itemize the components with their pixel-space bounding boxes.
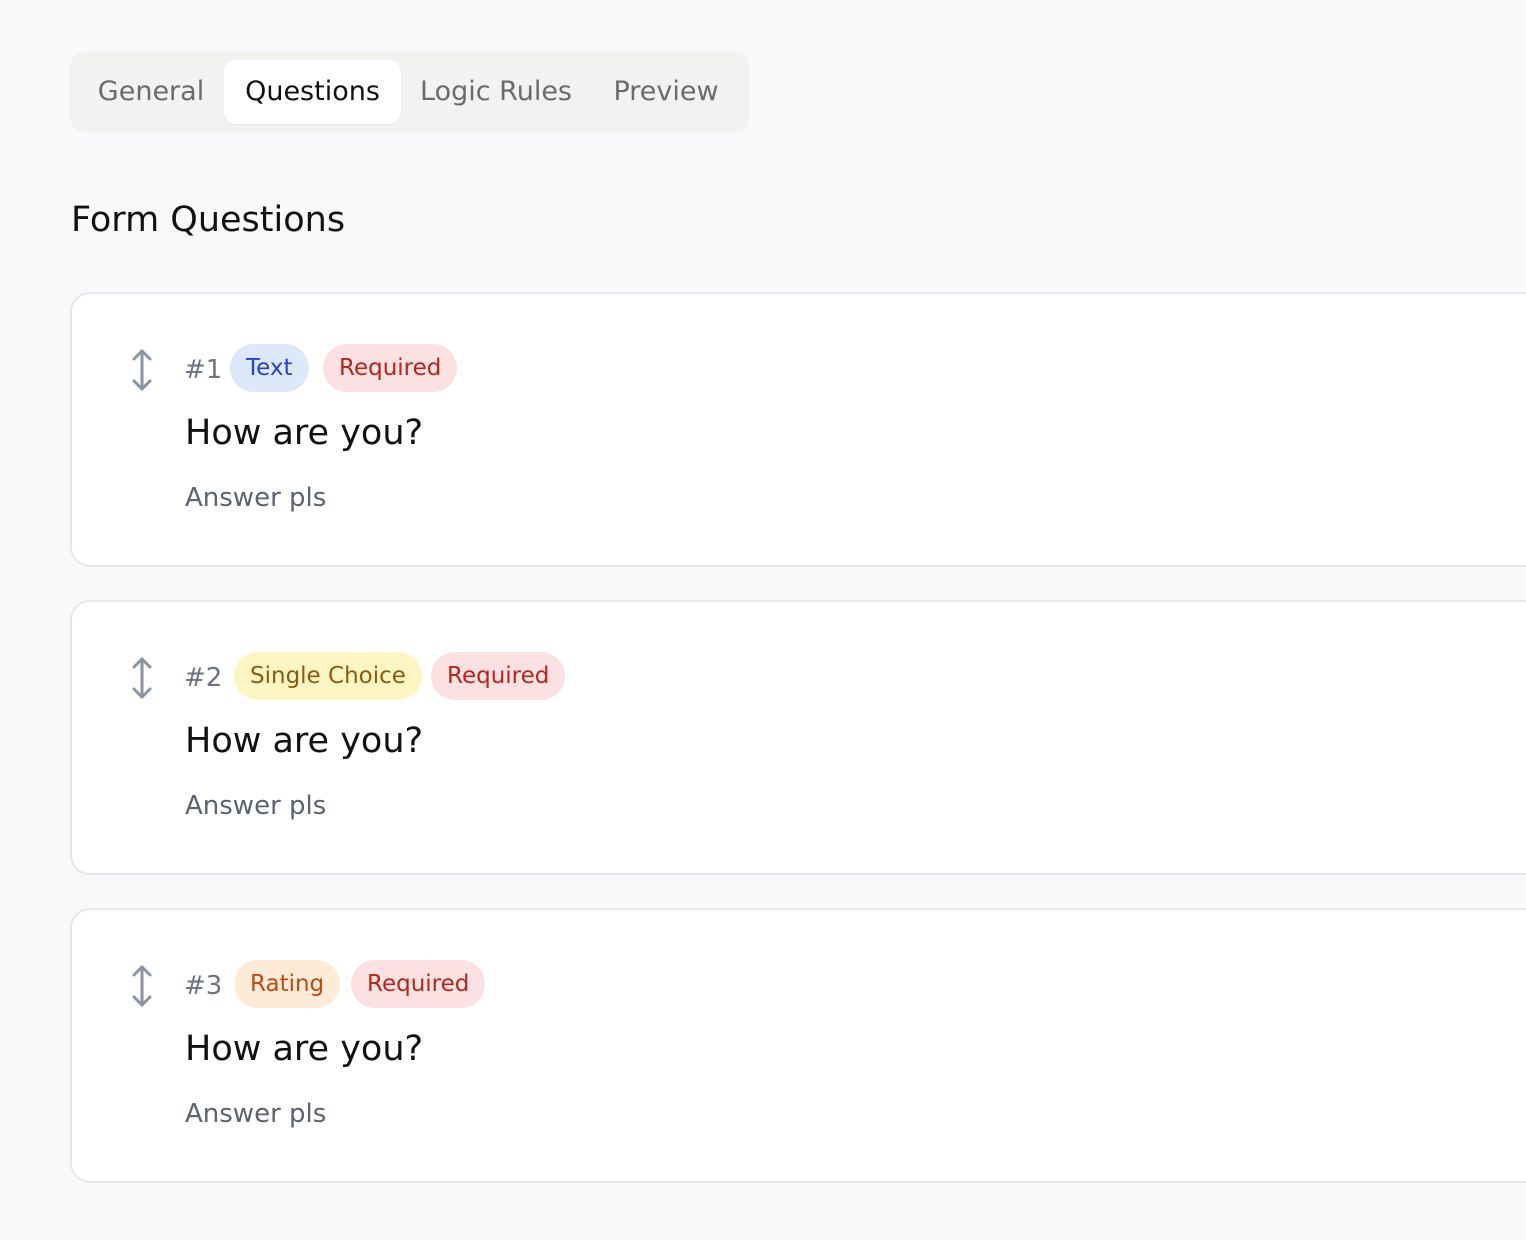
type-badge: Text [230,344,309,392]
tab-bar: General Questions Logic Rules Preview [70,52,749,132]
required-badge: Required [351,960,486,1008]
type-badge: Single Choice [234,652,422,700]
question-title: How are you? [185,413,424,453]
type-badge: Rating [234,960,341,1008]
page-title: Form Questions [71,200,346,240]
question-number: #2 [184,663,223,693]
question-card[interactable]: #1 Text Required How are you? Answer pls [70,292,1526,567]
question-card[interactable]: #2 Single Choice Required How are you? A… [70,600,1526,875]
question-description: Answer pls [185,791,327,821]
required-badge: Required [323,344,458,392]
question-number: #3 [184,971,223,1001]
question-description: Answer pls [185,1099,327,1129]
question-card[interactable]: #3 Rating Required How are you? Answer p… [70,908,1526,1183]
tab-logic-rules[interactable]: Logic Rules [407,60,585,124]
question-description: Answer pls [185,483,327,513]
required-badge: Required [431,652,566,700]
question-title: How are you? [185,721,424,761]
drag-vertical-arrows-icon[interactable] [126,654,158,702]
question-number: #1 [184,355,223,385]
drag-vertical-arrows-icon[interactable] [126,962,158,1010]
tab-general[interactable]: General [84,60,218,124]
tab-questions[interactable]: Questions [224,60,401,124]
tab-preview[interactable]: Preview [598,60,734,124]
drag-vertical-arrows-icon[interactable] [126,346,158,394]
question-title: How are you? [185,1029,424,1069]
